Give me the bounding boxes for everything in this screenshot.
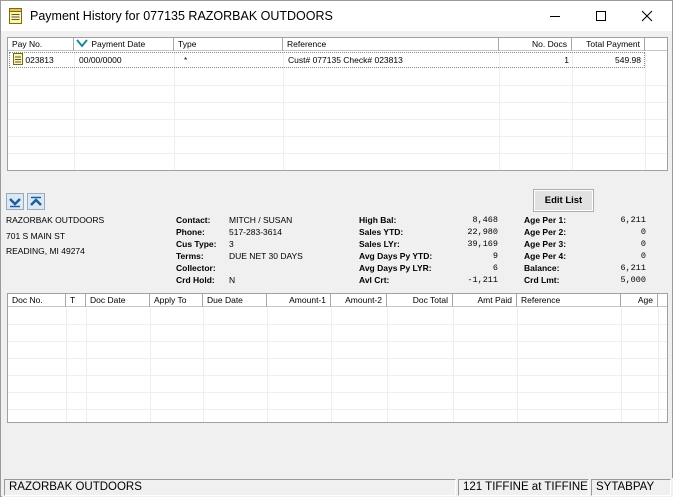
col-t[interactable]: T <box>66 294 86 307</box>
age-per3-value: 0 <box>640 239 646 249</box>
avg-days-lyr-label: Avg Days Py LYR: <box>359 263 432 273</box>
high-bal-value: 8,468 <box>472 215 498 225</box>
crd-hold-value: N <box>229 275 236 285</box>
age-per4-value: 0 <box>640 251 646 261</box>
balance-value: 6,211 <box>620 263 646 273</box>
window-title: Payment History for 077135 RAZORBAK OUTD… <box>30 9 333 23</box>
col-age[interactable]: Age <box>621 294 658 307</box>
scroll-down-button[interactable] <box>6 193 24 210</box>
age-per1-value: 6,211 <box>620 215 646 225</box>
col-due-date[interactable]: Due Date <box>203 294 267 307</box>
col-doc-date[interactable]: Doc Date <box>86 294 150 307</box>
total-payment-cell: 549.98 <box>615 55 641 65</box>
title-bar: Payment History for 077135 RAZORBAK OUTD… <box>1 1 672 31</box>
customer-name: RAZORBAK OUTDOORS <box>6 215 105 225</box>
age-per3-label: Age Per 3: <box>524 239 567 249</box>
chevron-up-icon <box>30 196 42 206</box>
terms-value: DUE NET 30 DAYS <box>229 251 303 261</box>
cus-type-label: Cus Type: <box>176 239 217 249</box>
payments-grid[interactable]: Pay No. Payment Date Type Reference No. … <box>7 37 668 171</box>
avg-days-ytd-value: 9 <box>492 251 498 261</box>
document-icon <box>13 53 23 65</box>
no-docs-cell: 1 <box>564 55 569 65</box>
chevron-down-icon <box>9 197 21 207</box>
close-button[interactable] <box>624 1 670 31</box>
col-no-docs[interactable]: No. Docs <box>499 38 572 51</box>
sales-lyr-value: 39,169 <box>467 239 498 249</box>
col-doc-total[interactable]: Doc Total <box>387 294 453 307</box>
avl-crt-label: Avl Crt: <box>359 275 390 285</box>
payment-date-cell: 00/00/0000 <box>79 55 122 65</box>
scroll-up-button[interactable] <box>27 193 45 210</box>
crd-lmt-label: Crd Lmt: <box>524 275 560 285</box>
avg-days-ytd-label: Avg Days Py YTD: <box>359 251 433 261</box>
minimize-button[interactable] <box>532 1 578 31</box>
phone-label: Phone: <box>176 227 205 237</box>
sales-lyr-label: Sales LYr: <box>359 239 400 249</box>
reference-cell: Cust# 077135 Check# 023813 <box>288 55 403 65</box>
age-per2-value: 0 <box>640 227 646 237</box>
collector-label: Collector: <box>176 263 216 273</box>
documents-grid[interactable]: Doc No. T Doc Date Apply To Due Date Amo… <box>7 293 668 423</box>
cus-type-value: 3 <box>229 239 234 249</box>
phone-value: 517-283-3614 <box>229 227 282 237</box>
col-amount1[interactable]: Amount-1 <box>267 294 331 307</box>
col-amount2[interactable]: Amount-2 <box>331 294 387 307</box>
age-per4-label: Age Per 4: <box>524 251 567 261</box>
crd-lmt-value: 5,000 <box>620 275 646 285</box>
age-per2-label: Age Per 2: <box>524 227 567 237</box>
maximize-icon <box>596 11 606 21</box>
status-location: 121 TIFFINE at TIFFINE <box>458 479 589 496</box>
sales-ytd-label: Sales YTD: <box>359 227 404 237</box>
col-apply-to[interactable]: Apply To <box>150 294 203 307</box>
status-user: SYTABPAY <box>591 479 671 496</box>
age-per1-label: Age Per 1: <box>524 215 567 225</box>
col-doc-no[interactable]: Doc No. <box>8 294 66 307</box>
avg-days-lyr-value: 6 <box>492 263 498 273</box>
maximize-button[interactable] <box>578 1 624 31</box>
col-amt-paid[interactable]: Amt Paid <box>453 294 517 307</box>
col-total-payment[interactable]: Total Payment <box>572 38 645 51</box>
balance-label: Balance: <box>524 263 560 273</box>
type-cell: * <box>184 55 188 65</box>
close-icon <box>641 10 653 22</box>
high-bal-label: High Bal: <box>359 215 397 225</box>
payment-row[interactable]: 023813 00/00/0000 * Cust# 077135 Check# … <box>9 52 645 68</box>
sales-ytd-value: 22,980 <box>467 227 498 237</box>
pay-no-cell: 023813 <box>10 53 75 67</box>
sort-arrow-icon <box>76 39 88 48</box>
col-pay-no[interactable]: Pay No. <box>8 38 74 51</box>
col-payment-date-label: Payment Date <box>91 39 146 49</box>
contact-label: Contact: <box>176 215 211 225</box>
documents-header: Doc No. T Doc Date Apply To Due Date Amo… <box>8 294 667 307</box>
crd-hold-label: Crd Hold: <box>176 275 215 285</box>
customer-address1: 701 S MAIN ST <box>6 231 66 241</box>
col-reference[interactable]: Reference <box>283 38 499 51</box>
terms-label: Terms: <box>176 251 204 261</box>
payments-header: Pay No. Payment Date Type Reference No. … <box>8 38 667 51</box>
status-bar: RAZORBAK OUTDOORS 121 TIFFINE at TIFFINE… <box>2 478 673 497</box>
col-type[interactable]: Type <box>174 38 283 51</box>
col-reference[interactable]: Reference <box>517 294 621 307</box>
avl-crt-value: -1,211 <box>467 275 498 285</box>
contact-value: MITCH / SUSAN <box>229 215 293 225</box>
customer-address2: READING, MI 49274 <box>6 246 85 256</box>
document-icon <box>9 8 22 24</box>
minimize-icon <box>550 16 560 17</box>
status-customer: RAZORBAK OUTDOORS <box>4 479 456 496</box>
col-payment-date[interactable]: Payment Date <box>74 38 174 51</box>
payment-history-window: Payment History for 077135 RAZORBAK OUTD… <box>0 0 673 497</box>
pay-no-value: 023813 <box>25 55 54 65</box>
edit-list-button[interactable]: Edit List <box>533 189 594 212</box>
